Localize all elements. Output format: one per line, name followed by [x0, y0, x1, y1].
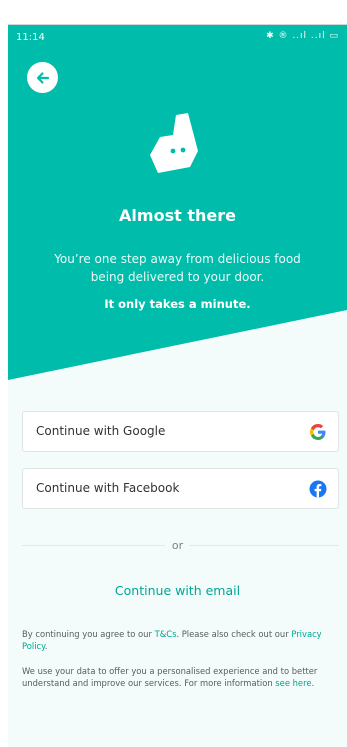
- terms-suffix: .: [44, 641, 48, 651]
- data-usage-notice: We use your data to offer you a personal…: [22, 665, 340, 689]
- continue-with-google-button[interactable]: Continue with Google: [22, 411, 339, 452]
- hero-diagonal-edge: [8, 310, 347, 390]
- facebook-icon: [309, 480, 327, 498]
- terms-prefix: By continuing you agree to our: [22, 629, 155, 639]
- status-time: 11:14: [16, 32, 45, 43]
- page-title: Almost there: [119, 206, 236, 225]
- see-here-link[interactable]: see here: [275, 678, 311, 688]
- facebook-button-label: Continue with Facebook: [36, 481, 180, 495]
- google-button-label: Continue with Google: [36, 424, 166, 438]
- status-icons: ✱ ® ..ıl ..ıl ▭: [266, 31, 339, 41]
- arrow-left-icon: [36, 71, 49, 84]
- page-tagline: It only takes a minute.: [104, 297, 251, 311]
- data-usage-text: We use your data to offer you a personal…: [22, 666, 318, 688]
- signup-screen: 11:14 ✱ ® ..ıl ..ıl ▭ Almost there You’r…: [8, 25, 347, 747]
- status-bar: 11:14 ✱ ® ..ıl ..ıl ▭: [8, 25, 347, 49]
- terms-notice: By continuing you agree to our T&Cs. Ple…: [22, 628, 340, 652]
- terms-middle: . Please also check out our: [176, 629, 292, 639]
- terms-link[interactable]: T&Cs: [155, 629, 177, 639]
- divider-line-right: [189, 545, 339, 546]
- continue-with-email-link[interactable]: Continue with email: [8, 583, 347, 598]
- data-usage-suffix: .: [311, 678, 315, 688]
- google-icon: [310, 424, 326, 440]
- back-button[interactable]: [27, 62, 58, 93]
- continue-with-facebook-button[interactable]: Continue with Facebook: [22, 468, 339, 509]
- deliveroo-logo-icon: [150, 113, 198, 173]
- page-subtitle: You’re one step away from delicious food…: [54, 252, 301, 284]
